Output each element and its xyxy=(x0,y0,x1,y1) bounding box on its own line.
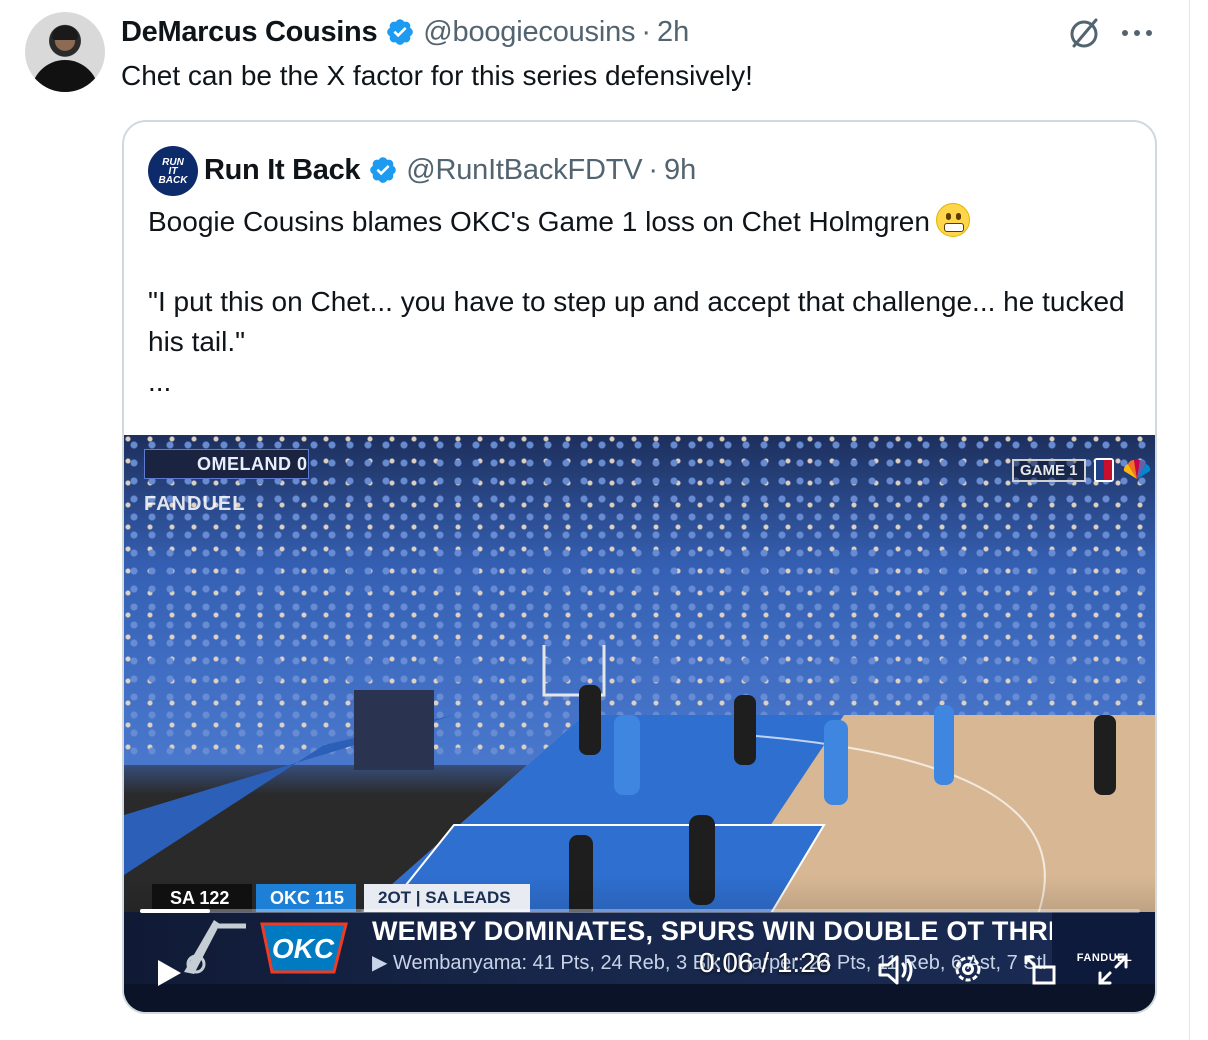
grimacing-emoji-icon xyxy=(935,203,970,237)
avatar[interactable] xyxy=(25,12,105,92)
series-info: 2OT | SA LEADS 1-0 xyxy=(364,884,530,935)
duration: 1:26 xyxy=(776,947,832,978)
score-sa: SA 122 xyxy=(152,884,252,912)
timeline-divider xyxy=(1189,0,1190,1040)
game-badge-label: GAME 1 xyxy=(1012,458,1086,482)
quoted-author-name[interactable]: Run It Back xyxy=(204,154,361,187)
quoted-post-text: Boogie Cousins blames OKC's Game 1 loss … xyxy=(148,202,1138,402)
quoted-text-line-2: "I put this on Chet... you have to step … xyxy=(148,286,1125,357)
post-time[interactable]: 2h xyxy=(657,16,689,49)
avatar-cap xyxy=(52,26,78,40)
quoted-post-header: Run It Back @RunItBackFDTV · 9h xyxy=(204,150,696,190)
score-okc: OKC 115 xyxy=(256,884,356,912)
quoted-post-card[interactable]: RUN IT BACK Run It Back @RunItBackFDTV ·… xyxy=(122,120,1157,1014)
play-icon[interactable] xyxy=(154,957,184,989)
fullscreen-icon[interactable] xyxy=(1096,953,1130,987)
current-time: 0:06 xyxy=(699,947,754,978)
author-name[interactable]: DeMarcus Cousins xyxy=(121,16,378,49)
picture-in-picture-icon[interactable] xyxy=(1022,951,1058,987)
separator-dot: · xyxy=(641,15,652,48)
avatar-text-line: BACK xyxy=(158,175,188,186)
lower-third-headline: WEMBY DOMINATES, SPURS WIN DOUBLE OT THR… xyxy=(372,916,1127,946)
avatar-shirt xyxy=(31,60,99,92)
video-progress-bar[interactable] xyxy=(140,909,1140,913)
lower-third-strip xyxy=(124,984,1155,1012)
lower-third-graphic: OKC WEMBY DOMINATES, SPURS WIN DOUBLE OT… xyxy=(124,912,1155,1012)
volume-icon[interactable] xyxy=(876,953,916,987)
spurs-logo-icon xyxy=(184,920,246,974)
quoted-text-ellipsis: ... xyxy=(148,366,172,397)
verified-badge-icon xyxy=(370,157,397,183)
quoted-author-handle[interactable]: @RunItBackFDTV xyxy=(406,154,642,187)
grok-icon[interactable] xyxy=(1066,15,1102,51)
verified-badge-icon xyxy=(387,19,414,45)
separator-dot: · xyxy=(648,153,659,186)
video-progress-fill xyxy=(140,909,210,913)
game-badge: GAME 1 xyxy=(1012,457,1152,483)
fanduel-wordmark: FANDUEL xyxy=(144,493,246,515)
post-text: Chet can be the X factor for this series… xyxy=(121,60,753,91)
time-separator: / xyxy=(753,947,777,978)
nba-logo-icon xyxy=(1093,458,1114,482)
author-handle[interactable]: @boogiecousins xyxy=(423,16,635,49)
scorebug: SA 122 OKC 115 2OT | SA LEADS 1-0 xyxy=(152,884,530,935)
settings-icon[interactable] xyxy=(950,951,986,987)
more-icon[interactable] xyxy=(1120,28,1154,38)
fanduel-ticker: OMELAND 0 FANDUEL xyxy=(144,449,309,516)
quoted-post-time[interactable]: 9h xyxy=(664,154,696,187)
post-header: DeMarcus Cousins @boogiecousins · 2h xyxy=(121,13,689,51)
video-player[interactable]: OMELAND 0 FANDUEL GAME 1 SA 122 OKC 115 … xyxy=(124,435,1155,1012)
nbc-peacock-icon xyxy=(1123,459,1150,479)
svg-text:OKC: OKC xyxy=(272,933,335,964)
quoted-text-line-1: Boogie Cousins blames OKC's Game 1 loss … xyxy=(148,206,930,237)
fanduel-ticker-text: OMELAND 0 xyxy=(144,449,309,479)
quoted-avatar[interactable]: RUN IT BACK xyxy=(148,146,198,196)
thunder-logo-icon: OKC xyxy=(260,922,348,974)
video-time: 0:06 / 1:26 xyxy=(699,947,831,979)
